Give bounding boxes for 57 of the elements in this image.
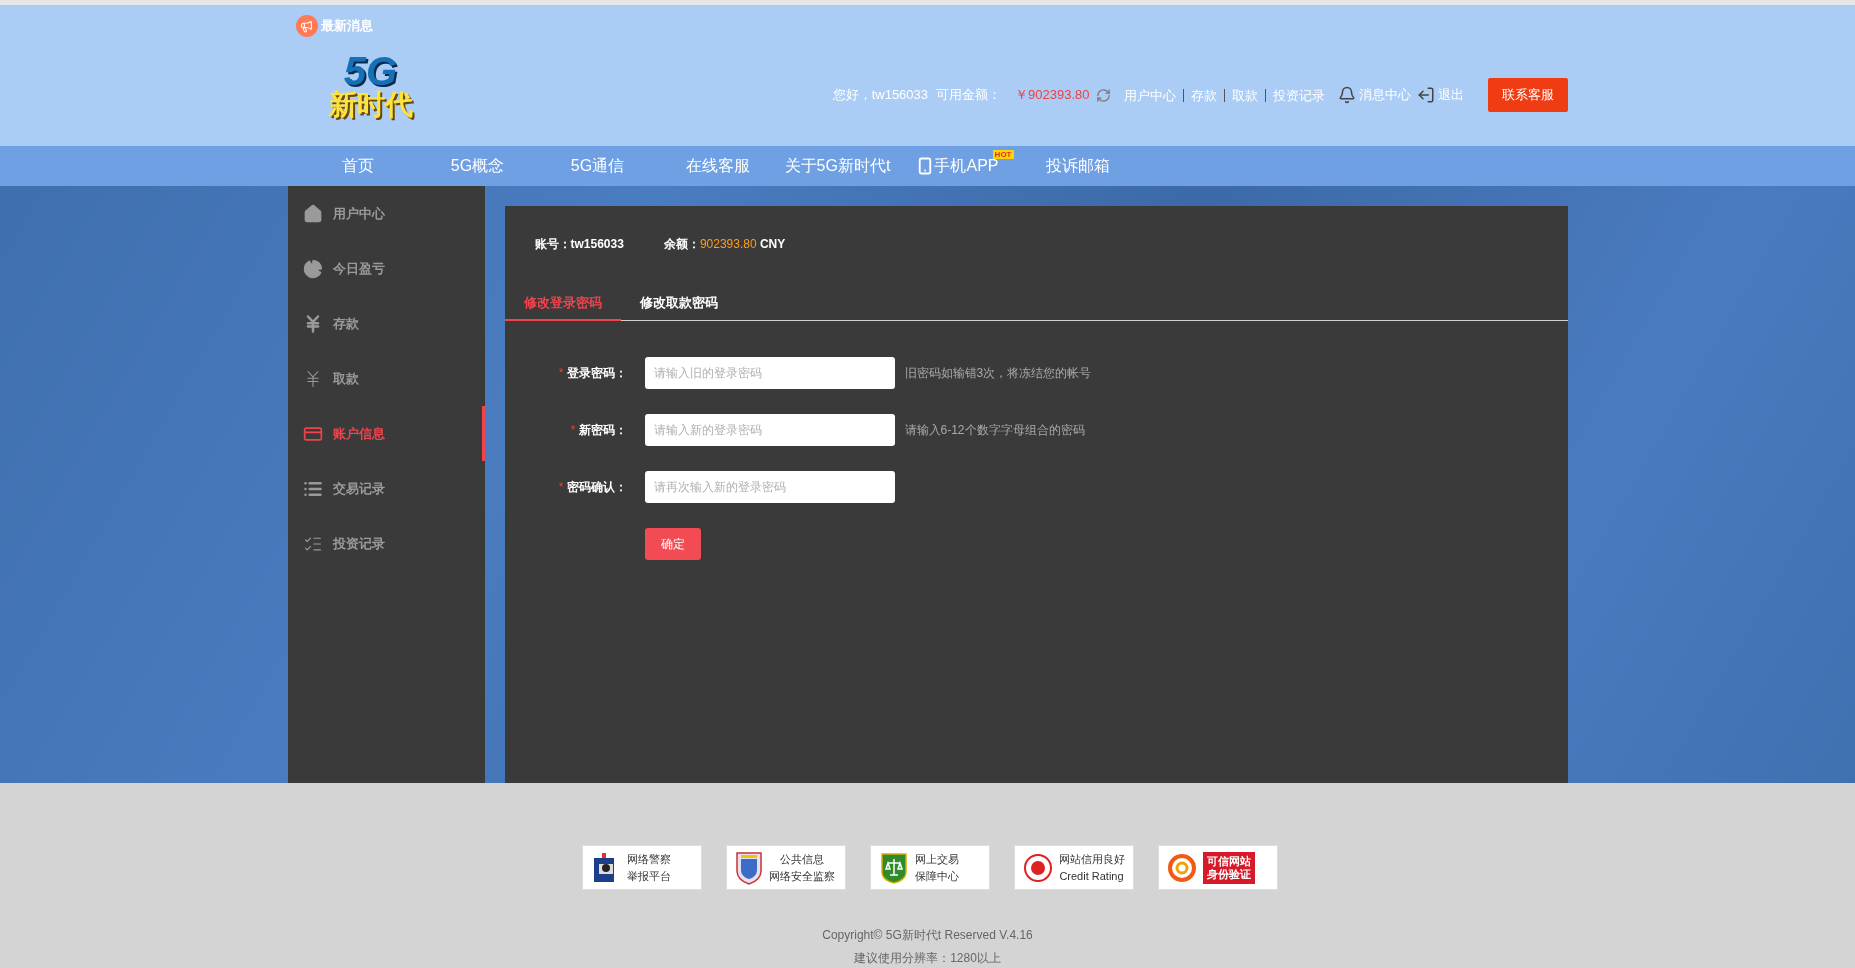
contact-button[interactable]: 联系客服	[1487, 78, 1568, 112]
sidebar-item[interactable]: 投资记录	[287, 516, 485, 571]
news-label: 最新消息	[320, 17, 373, 35]
sidebar-item[interactable]: 今日盈亏	[287, 241, 485, 296]
header-link[interactable]: 取款	[1223, 88, 1265, 102]
sidebar-item[interactable]: 账户信息	[287, 406, 485, 461]
trusted-site-icon	[1166, 852, 1197, 883]
house-icon	[302, 203, 323, 224]
nav-item[interactable]: 投诉邮箱	[1017, 146, 1138, 186]
nav-item[interactable]: 在线客服	[657, 146, 778, 186]
field-label: * 登录密码：	[557, 364, 627, 382]
tab[interactable]: 修改登录密码	[504, 287, 621, 321]
certification-badge[interactable]: 可信网站 身份验证	[1157, 845, 1278, 890]
bell-icon	[1337, 86, 1356, 104]
certification-badge[interactable]: 网上交易 保障中心	[869, 845, 990, 890]
sidebar-item[interactable]: 存款	[287, 296, 485, 351]
shield-icon	[734, 850, 763, 885]
header-link[interactable]: 用户中心	[1116, 88, 1183, 102]
header-link[interactable]: 投资记录	[1264, 88, 1332, 102]
copyright-text: Copyright© 5G新时代t Reserved V.4.16	[822, 927, 1033, 944]
confirm-button[interactable]: 确定	[644, 528, 701, 560]
nav-item[interactable]: 5G通信	[537, 146, 658, 186]
logout-link[interactable]: 退出	[1416, 86, 1464, 104]
header-link[interactable]: 存款	[1182, 88, 1224, 102]
field-label: * 新密码：	[569, 421, 627, 439]
sidebar-item[interactable]: 交易记录	[287, 461, 485, 516]
password-field[interactable]: 请输入旧的登录密码	[644, 357, 895, 389]
field-label: * 密码确认：	[557, 478, 627, 496]
hot-badge: HOT	[992, 150, 1014, 159]
field-hint: 旧密码如输错3次，将冻结您的帐号	[904, 364, 1092, 382]
messages-link[interactable]: 消息中心	[1337, 86, 1411, 104]
scales-icon	[878, 851, 909, 884]
megaphone-icon	[295, 15, 318, 37]
sidebar-item[interactable]: 取款	[287, 351, 485, 406]
field-hint: 请输入6-12个数字字母组合的密码	[904, 421, 1085, 439]
balance-label: 可用金额：	[936, 86, 1002, 104]
nav-item[interactable]: 关于5G新时代t	[777, 146, 898, 186]
password-field[interactable]: 请再次输入新的登录密码	[644, 471, 895, 503]
refresh-icon[interactable]	[1095, 87, 1111, 103]
certification-badge[interactable]: 网络警察 举报平台	[581, 845, 702, 890]
resolution-note: 建议使用分辨率：1280以上	[854, 950, 1001, 967]
seal-icon	[1022, 852, 1053, 883]
tab[interactable]: 修改取款密码	[620, 287, 737, 321]
certification-badge[interactable]: 公共信息 网络安全监察	[725, 845, 846, 890]
sidebar-item[interactable]: 用户中心	[287, 186, 485, 241]
balance-amount: ￥902393.80	[1015, 86, 1090, 104]
logout-icon	[1416, 86, 1435, 104]
nav-item[interactable]: 5G概念	[417, 146, 538, 186]
nav-item[interactable]: 首页	[297, 146, 418, 186]
certification-badge[interactable]: 网站信用良好 Credit Rating	[1013, 845, 1134, 890]
pie-chart-icon	[302, 258, 323, 279]
account-text: 账号：tw156033	[534, 236, 624, 253]
password-field[interactable]: 请输入新的登录密码	[644, 414, 895, 446]
nav-item[interactable]: 手机APP HOT	[897, 146, 1018, 186]
greeting-text: 您好，tw156033	[832, 86, 929, 104]
logo: 5G 新时代	[327, 51, 414, 122]
balance-text: 余额：902393.80 CNY	[663, 236, 786, 253]
